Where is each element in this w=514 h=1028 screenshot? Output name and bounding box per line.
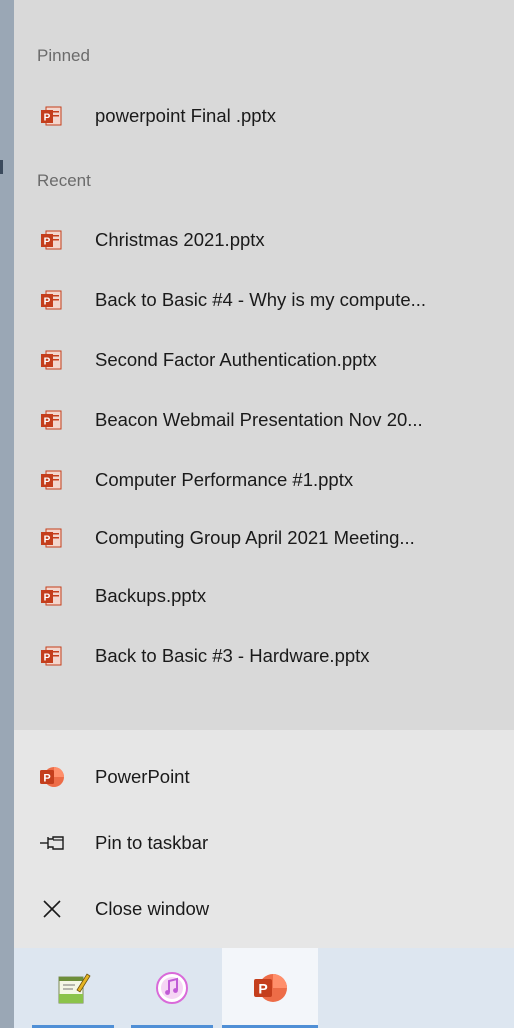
close-icon [43,900,61,918]
svg-text:P: P [44,297,51,308]
powerpoint-app-icon: P [40,767,64,787]
taskbar-itunes-button[interactable] [131,948,213,1028]
taskbar: P [14,948,514,1028]
svg-text:P: P [44,417,51,428]
taskbar-notepad-button[interactable] [32,948,114,1028]
recent-item-label: Back to Basic #4 - Why is my compute... [95,289,427,310]
desktop-edge-mark [0,160,3,174]
powerpoint-file-icon: P [41,230,62,250]
pin-to-taskbar-label: Pin to taskbar [95,832,209,853]
open-powerpoint-button[interactable]: P PowerPoint [14,747,514,807]
recent-item[interactable]: P Backups.pptx [14,566,514,626]
recent-item-label: Back to Basic #3 - Hardware.pptx [95,645,370,666]
powerpoint-file-icon: P [41,290,62,310]
powerpoint-app-icon: P [254,974,287,1002]
pinned-item-label: powerpoint Final .pptx [95,105,276,126]
svg-text:P: P [258,981,267,997]
close-window-label: Close window [95,898,210,919]
recent-item-label: Beacon Webmail Presentation Nov 20... [95,409,423,430]
svg-text:P: P [43,773,50,785]
svg-text:P: P [44,535,51,546]
svg-text:P: P [44,593,51,604]
recent-item-label: Computer Performance #1.pptx [95,469,354,490]
desktop-edge [0,0,14,1028]
recent-item-label: Computing Group April 2021 Meeting... [95,527,415,548]
notepad-icon [58,973,91,1004]
powerpoint-file-icon: P [41,350,62,370]
recent-item-label: Christmas 2021.pptx [95,229,265,250]
recent-item[interactable]: P Back to Basic #3 - Hardware.pptx [14,626,514,686]
powerpoint-file-icon: P [41,646,62,666]
svg-text:P: P [44,653,51,664]
pinned-header: Pinned [37,46,90,65]
recent-item[interactable]: P Computer Performance #1.pptx [14,450,514,510]
itunes-icon [156,972,188,1004]
recent-item-label: Second Factor Authentication.pptx [95,349,377,370]
recent-item[interactable]: P Computing Group April 2021 Meeting... [14,508,514,568]
recent-item[interactable]: P Second Factor Authentication.pptx [14,330,514,390]
powerpoint-file-icon: P [41,106,62,126]
svg-text:P: P [44,113,51,124]
svg-text:P: P [44,357,51,368]
recent-item[interactable]: P Beacon Webmail Presentation Nov 20... [14,390,514,450]
svg-text:P: P [44,237,51,248]
powerpoint-file-icon: P [41,528,62,548]
powerpoint-file-icon: P [41,586,62,606]
recent-item-label: Backups.pptx [95,585,207,606]
powerpoint-file-icon: P [41,410,62,430]
recent-header: Recent [37,171,91,190]
taskbar-powerpoint-button[interactable]: P [222,948,318,1028]
recent-item[interactable]: P Back to Basic #4 - Why is my compute..… [14,270,514,330]
jump-list-tasks: P PowerPoint Pin to taskbar Close window [14,730,514,948]
svg-text:P: P [44,477,51,488]
powerpoint-label: PowerPoint [95,766,190,787]
jump-list-panel: Pinned P powerpoint Final .pptx Recent P… [14,0,514,730]
recent-item[interactable]: P Christmas 2021.pptx [14,210,514,270]
close-window-button[interactable]: Close window [14,879,514,939]
pin-icon [40,836,64,850]
pinned-item[interactable]: P powerpoint Final .pptx [14,86,514,146]
pin-to-taskbar-button[interactable]: Pin to taskbar [14,813,514,873]
powerpoint-file-icon: P [41,470,62,490]
